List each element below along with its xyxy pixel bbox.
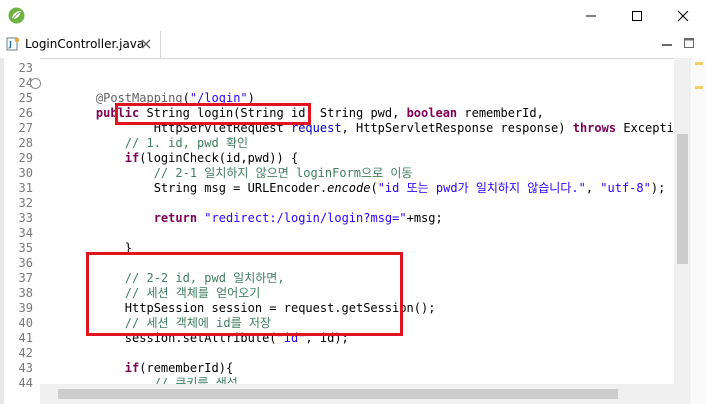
- line-number: 31: [18, 181, 33, 195]
- line-number: 37: [18, 271, 33, 285]
- line-number: 44: [18, 376, 33, 390]
- close-tab-icon[interactable]: [140, 38, 152, 50]
- code-token: ,: [585, 181, 601, 195]
- line-number: 26: [18, 106, 33, 120]
- minimize-view-icon[interactable]: [661, 40, 673, 50]
- code-token: "redirect:/login/login?msg=": [204, 211, 407, 225]
- code-token: "utf-8": [600, 181, 651, 195]
- line-number-gutter: 23 24 25 26 27 28 29 30 31 32 33 34 35 36 37 38 39 40 41 42…: [4, 58, 41, 404]
- horizontal-scrollbar-thumb[interactable]: [58, 389, 618, 399]
- line-number: 36: [18, 256, 33, 270]
- code-token: boolean: [406, 106, 458, 120]
- line-number: 23: [18, 61, 33, 75]
- java-file-icon: J: [6, 37, 20, 51]
- highlight-box-request-param: [115, 103, 311, 125]
- minimize-button[interactable]: [568, 0, 614, 31]
- tab-logincontroller[interactable]: J LoginController.java: [0, 31, 161, 58]
- vertical-scrollbar[interactable]: [674, 58, 691, 404]
- highlight-box-session-block: [86, 252, 403, 336]
- code-token: (loginCheck(id,pwd)) {: [139, 151, 299, 165]
- line-number: 39: [18, 301, 33, 315]
- code-token: );: [650, 181, 666, 195]
- code-line: // 2-1 일치하지 않으면 loginForm으로 이동: [67, 166, 413, 181]
- line-number: 43: [18, 361, 33, 375]
- code-line: // 1. id, pwd 확인: [67, 136, 248, 151]
- code-token: , HttpServletResponse response): [341, 121, 573, 135]
- line-number: 25: [18, 91, 33, 105]
- code-token: // 2-1 일치하지 않으면 loginForm으로 이동: [153, 166, 413, 180]
- code-token: throws: [572, 121, 617, 135]
- code-editor[interactable]: 23 24 25 26 27 28 29 30 31 32 33 34 35 36 37 38 39 40 41 42…: [0, 58, 706, 404]
- line-number: 38: [18, 286, 33, 300]
- svg-text:J: J: [8, 40, 12, 49]
- eclipse-spring-icon: [8, 7, 25, 24]
- code-token: +msg;: [406, 211, 443, 225]
- maximize-view-icon[interactable]: [683, 37, 695, 49]
- window-titlebar: [0, 0, 706, 31]
- line-number: 33: [18, 211, 33, 225]
- horizontal-scrollbar[interactable]: [40, 384, 674, 404]
- line-number: 29: [18, 151, 33, 165]
- code-token: encode: [327, 181, 371, 195]
- maximize-button[interactable]: [614, 0, 660, 31]
- line-number: 30: [18, 166, 33, 180]
- editor-tabbar: J LoginController.java: [0, 31, 706, 59]
- code-token: rememberId,: [457, 106, 544, 120]
- code-line: String msg = URLEncoder.encode("id 또는 pw…: [67, 181, 666, 196]
- line-number: 35: [18, 241, 33, 255]
- line-number: 28: [18, 136, 33, 150]
- code-line: if(loginCheck(id,pwd)) {: [67, 151, 298, 166]
- line-number: 40: [18, 316, 33, 330]
- vertical-scrollbar-thumb[interactable]: [677, 134, 688, 264]
- code-token: if: [124, 151, 140, 165]
- code-line: if(rememberId){: [67, 361, 233, 376]
- code-token: if: [124, 361, 140, 375]
- close-button[interactable]: [660, 0, 706, 31]
- line-number: 41: [18, 331, 33, 345]
- code-token: // 1. id, pwd 확인: [124, 136, 249, 150]
- code-token: (rememberId){: [139, 361, 234, 375]
- code-token: (: [370, 181, 378, 195]
- line-number: 27: [18, 121, 33, 135]
- code-line: return "redirect:/login/login?msg="+msg;: [67, 211, 443, 226]
- code-token: return: [153, 211, 198, 225]
- tab-label: LoginController.java: [25, 37, 145, 51]
- code-token: "id 또는 pwd가 일치하지 않습니다.": [377, 181, 586, 195]
- overview-marker[interactable]: [695, 86, 703, 89]
- line-number: 42: [18, 346, 33, 360]
- code-token: String msg = URLEncoder.: [67, 181, 328, 195]
- line-number: 34: [18, 226, 33, 240]
- overview-marker[interactable]: [695, 62, 703, 65]
- overview-ruler[interactable]: [692, 58, 706, 404]
- line-number: 32: [18, 196, 33, 210]
